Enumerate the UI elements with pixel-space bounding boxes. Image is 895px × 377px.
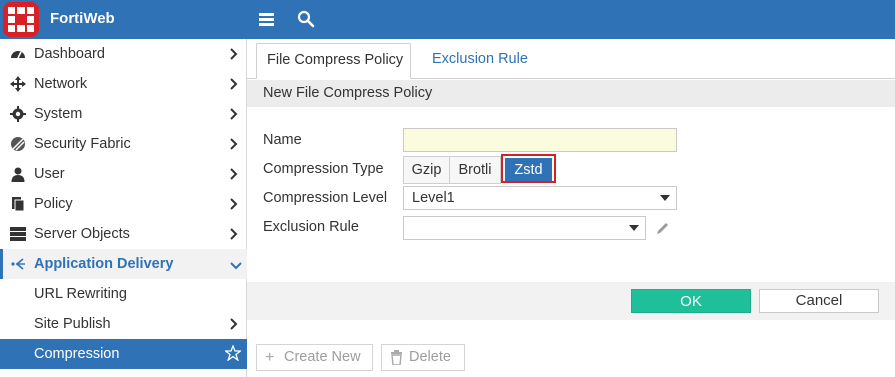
sidebar-item-label: User [34, 166, 65, 182]
sidebar-item-application-delivery[interactable]: Application Delivery [0, 249, 247, 279]
compression-type-gzip-button[interactable]: Gzip [403, 156, 450, 184]
fortinet-logo-icon [3, 2, 39, 37]
brand-name: FortiWeb [50, 10, 115, 27]
cancel-button[interactable]: Cancel [759, 289, 879, 313]
user-icon [10, 166, 26, 182]
pencil-edit-icon[interactable] [655, 220, 671, 236]
sidebar-item-url-rewriting[interactable]: URL Rewriting [0, 279, 247, 309]
highlight-box: Zstd [501, 154, 556, 183]
star-icon[interactable] [223, 344, 243, 362]
gear-icon [10, 106, 26, 122]
sidebar-item-label: Network [34, 76, 88, 92]
sidebar-item-label: Compression [34, 346, 120, 362]
compression-level-value: Level1 [412, 190, 455, 206]
sidebar-item-compression[interactable]: Compression [0, 339, 247, 369]
chevron-right-icon [229, 317, 239, 331]
caret-down-icon [629, 225, 639, 231]
sidebar-item-system[interactable]: System [0, 99, 247, 129]
app-delivery-icon [10, 256, 26, 272]
tab-bar: File Compress Policy Exclusion Rule [247, 39, 895, 79]
delete-button[interactable]: Delete [381, 344, 465, 371]
section-header: New File Compress Policy [247, 80, 895, 107]
chevron-down-icon [229, 258, 242, 272]
section-title: New File Compress Policy [263, 85, 433, 101]
chevron-right-icon [229, 197, 239, 211]
sidebar-item-label: URL Rewriting [34, 286, 127, 302]
name-field[interactable] [403, 128, 677, 152]
sidebar-item-label: Policy [34, 196, 73, 212]
chevron-right-icon [229, 137, 239, 151]
ok-button[interactable]: OK [631, 289, 751, 313]
sidebar-item-dashboard[interactable]: Dashboard [0, 39, 247, 69]
plus-icon: + [265, 349, 275, 366]
dashboard-icon [10, 46, 26, 62]
sidebar-item-label: Dashboard [34, 46, 105, 62]
chevron-right-icon [229, 167, 239, 181]
compression-level-select[interactable]: Level1 [403, 186, 677, 210]
sidebar-item-label: Server Objects [34, 226, 130, 242]
search-icon[interactable] [297, 10, 315, 28]
server-icon [10, 226, 26, 242]
sidebar-item-server-objects[interactable]: Server Objects [0, 219, 247, 249]
caret-down-icon [660, 195, 670, 201]
tab-file-compress-policy[interactable]: File Compress Policy [256, 43, 411, 79]
sidebar-item-label: Site Publish [34, 316, 111, 332]
trash-icon [390, 345, 403, 373]
sidebar-item-security-fabric[interactable]: Security Fabric [0, 129, 247, 159]
compression-type-brotli-button[interactable]: Brotli [449, 156, 501, 184]
sidebar: Dashboard Network System Security Fabric… [0, 39, 247, 377]
network-move-icon [10, 76, 26, 92]
tab-exclusion-rule[interactable]: Exclusion Rule [422, 43, 538, 79]
create-new-button[interactable]: + Create New [256, 344, 373, 371]
chevron-right-icon [229, 107, 239, 121]
exclusion-rule-label: Exclusion Rule [263, 219, 359, 235]
exclusion-rule-select[interactable] [403, 216, 646, 240]
sidebar-item-label: Application Delivery [34, 256, 174, 272]
compression-level-label: Compression Level [263, 190, 388, 206]
policy-icon [10, 196, 26, 212]
brand-area: FortiWeb [0, 0, 247, 39]
sidebar-item-policy[interactable]: Policy [0, 189, 247, 219]
sidebar-item-label: System [34, 106, 83, 122]
security-fabric-icon [10, 136, 26, 152]
sidebar-item-user[interactable]: User [0, 159, 247, 189]
name-label: Name [263, 132, 302, 148]
sidebar-item-network[interactable]: Network [0, 69, 247, 99]
chevron-right-icon [229, 47, 239, 61]
hamburger-icon[interactable] [259, 11, 275, 27]
compression-type-label: Compression Type [263, 161, 384, 177]
create-new-label: Create New [284, 349, 361, 365]
chevron-right-icon [229, 77, 239, 91]
compression-type-zstd-button[interactable]: Zstd [505, 158, 552, 181]
sidebar-item-site-publish[interactable]: Site Publish [0, 309, 247, 339]
delete-label: Delete [409, 349, 451, 365]
sidebar-item-label: Security Fabric [34, 136, 131, 152]
chevron-right-icon [229, 227, 239, 241]
